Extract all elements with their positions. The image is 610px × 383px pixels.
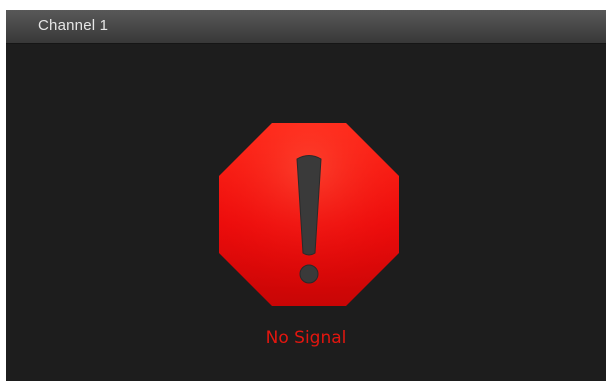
channel-title: Channel 1 bbox=[38, 17, 109, 34]
no-signal-label: No Signal bbox=[265, 328, 347, 348]
panel-title-bar: Channel 1 bbox=[6, 10, 606, 44]
channel-panel: Channel 1 No Signal bbox=[6, 10, 606, 381]
warning-icon bbox=[219, 123, 399, 306]
